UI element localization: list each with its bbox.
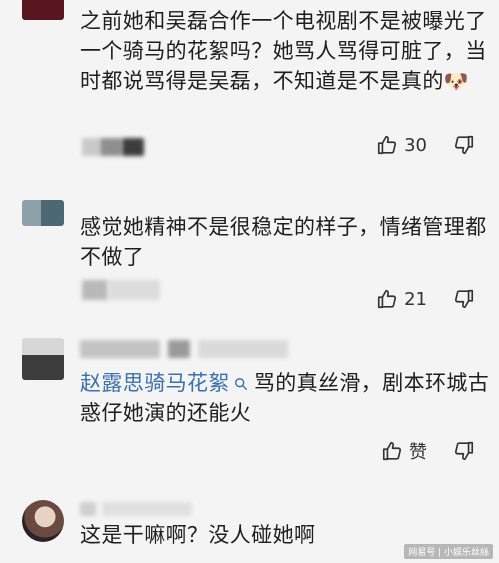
redacted-username (80, 340, 288, 358)
comment-actions: 赞 (381, 438, 475, 464)
redacted-time (82, 280, 160, 300)
search-icon (234, 377, 248, 391)
like-button[interactable]: 30 (376, 134, 427, 156)
like-button[interactable]: 21 (376, 288, 427, 310)
like-button[interactable]: 赞 (381, 438, 427, 464)
thumbs-down-icon (453, 440, 475, 462)
watermark: 网易号 | 小娱乐丝絲 (404, 544, 493, 559)
like-label: 赞 (409, 442, 427, 463)
dog-emoji: 🐶 (443, 69, 470, 93)
like-count: 21 (404, 288, 427, 310)
comment-text: 之前她和吴磊合作一个电视剧不是被曝光了一个骑马的花絮吗？她骂人骂得可脏了，当时都… (80, 6, 490, 96)
dislike-button[interactable] (453, 134, 475, 156)
topic-link[interactable]: 赵露思骑马花絮 (80, 371, 230, 395)
avatar[interactable] (22, 200, 64, 226)
thumbs-up-icon (376, 288, 398, 310)
avatar[interactable] (22, 0, 64, 20)
comment-actions: 30 (376, 134, 475, 156)
like-count: 30 (404, 134, 427, 156)
comment-text-body: 之前她和吴磊合作一个电视剧不是被曝光了一个骑马的花絮吗？她骂人骂得可脏了，当时都… (80, 9, 487, 93)
comment-text: 感觉她精神不是很稳定的样子，情绪管理都不做了 (80, 215, 487, 269)
comment-text: 赵露思骑马花絮 骂的真丝滑，剧本环城古惑仔她演的还能火 (80, 368, 490, 428)
thumbs-up-icon (376, 134, 398, 156)
redacted-username (80, 502, 192, 516)
dislike-button[interactable] (453, 440, 475, 462)
thumbs-down-icon (453, 134, 475, 156)
thumbs-down-icon (453, 288, 475, 310)
dislike-button[interactable] (453, 288, 475, 310)
thumbs-up-icon (381, 440, 403, 462)
redacted-time (82, 138, 144, 156)
avatar[interactable] (22, 500, 64, 542)
comment-actions: 21 (376, 288, 475, 310)
avatar[interactable] (22, 338, 64, 380)
